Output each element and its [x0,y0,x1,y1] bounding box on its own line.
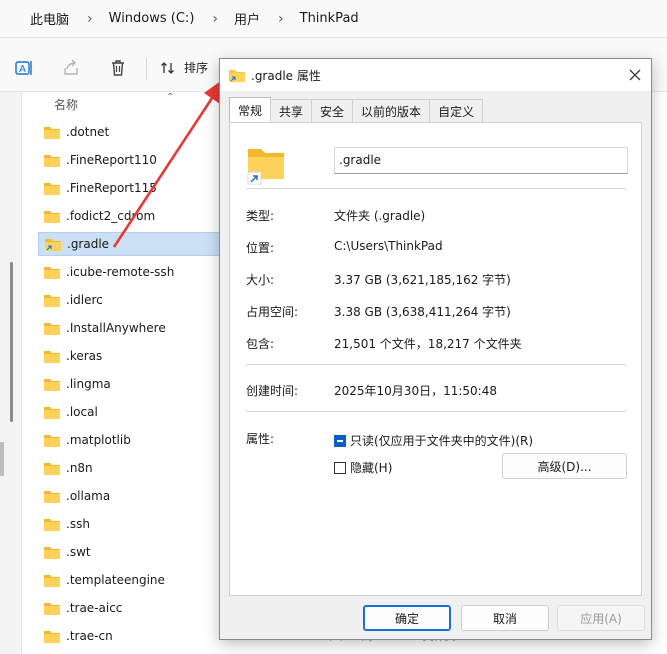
file-name: .templateengine [66,573,165,587]
separator [246,411,626,412]
file-name: .icube-remote-ssh [66,265,175,279]
folder-large-icon [247,149,284,185]
size-label: 大小: [246,273,275,287]
folder-shortcut-icon [45,238,61,251]
file-name: .trae-aicc [66,601,123,615]
location-label: 位置: [246,241,275,255]
breadcrumb-this-pc[interactable]: 此电脑 [30,9,69,28]
folder-icon [44,518,60,531]
nav-scroll-thumb[interactable] [0,442,4,476]
file-name: .keras [66,349,103,363]
file-name: .n8n [66,461,93,475]
type-value: 文件夹 (.gradle) [334,209,426,223]
breadcrumb-thinkpad[interactable]: ThinkPad [300,11,359,26]
address-bar[interactable]: 此电脑 › Windows (C:) › 用户 › ThinkPad [0,0,667,38]
tab-customize[interactable]: 自定义 [429,99,484,122]
chevron-up-icon: ⌃ [166,92,175,103]
created-value: 2025年10月30日，11:50:48 [334,384,497,398]
folder-icon [44,574,60,587]
chevron-right-icon: › [278,10,284,27]
file-name: .trae-cn [66,629,113,643]
advanced-button[interactable]: 高级(D)... [502,453,627,479]
toolbar-divider [146,58,147,80]
tab-general[interactable]: 常规 [229,97,272,123]
navigation-pane[interactable] [0,92,22,654]
file-name: .InstallAnywhere [66,321,166,335]
attributes-label: 属性: [246,432,275,446]
file-name: .dotnet [66,125,110,139]
cancel-button[interactable]: 取消 [461,605,549,631]
tab-security[interactable]: 安全 [311,99,354,122]
folder-icon [44,546,60,559]
folder-shortcut-icon [229,69,245,82]
file-name: .fodict2_cdrom [66,209,156,223]
general-tab-panel: .gradle 类型: 文件夹 (.gradle) 位置: C:\Users\T… [229,122,642,596]
readonly-label: 只读(仅应用于文件夹中的文件)(R) [350,434,534,448]
readonly-checkbox[interactable]: 只读(仅应用于文件夹中的文件)(R) [334,432,533,449]
disk-size-value: 3.38 GB (3,638,411,264 字节) [334,305,511,319]
folder-name-input[interactable]: .gradle [334,147,628,174]
contains-value: 21,501 个文件，18,217 个文件夹 [334,337,522,351]
folder-icon [44,266,60,279]
chevron-right-icon: › [87,10,93,27]
folder-icon [44,322,60,335]
breadcrumb-drive-c[interactable]: Windows (C:) [109,11,195,26]
folder-icon [44,462,60,475]
folder-icon [44,126,60,139]
column-header-name[interactable]: 名称 [54,96,78,113]
folder-icon [44,434,60,447]
folder-icon [44,490,60,503]
file-name: .ssh [66,517,90,531]
folder-icon [44,406,60,419]
folder-icon [44,294,60,307]
folder-icon [44,378,60,391]
apply-button[interactable]: 应用(A) [557,605,645,631]
readonly-checkbox-box[interactable] [334,434,346,447]
delete-icon[interactable] [108,58,128,78]
folder-icon [44,182,60,195]
file-name: .local [66,405,98,419]
file-name: .gradle [67,237,110,251]
separator [246,364,626,365]
dialog-title: .gradle 属性 [251,68,321,83]
close-icon[interactable] [627,67,643,83]
hidden-checkbox[interactable]: 隐藏(H) [334,459,392,476]
sort-icon [161,61,174,74]
dialog-title-bar[interactable]: .gradle 属性 [220,59,651,91]
folder-icon [44,210,60,223]
nav-scrollbar[interactable] [10,262,13,422]
file-name: .idlerc [66,293,103,307]
ok-button[interactable]: 确定 [363,605,451,631]
file-name: .swt [66,545,91,559]
contains-label: 包含: [246,337,275,351]
folder-icon [44,350,60,363]
hidden-checkbox-box[interactable] [334,461,346,474]
rename-icon[interactable]: A [14,58,34,78]
sort-label: 排序 [184,61,209,75]
file-name: .matplotlib [66,433,131,447]
hidden-label: 隐藏(H) [350,461,393,475]
breadcrumb-users[interactable]: 用户 [234,9,260,28]
folder-icon [44,630,60,643]
location-value: C:\Users\ThinkPad [334,239,443,253]
file-name: .lingma [66,377,111,391]
file-name: .FineReport110 [66,153,157,167]
file-name: .ollama [66,489,111,503]
file-name: .FineReport115 [66,181,157,195]
type-label: 类型: [246,209,275,223]
svg-text:A: A [19,64,26,75]
folder-icon [44,154,60,167]
folder-icon [44,602,60,615]
size-value: 3.37 GB (3,621,185,162 字节) [334,273,511,287]
sort-button[interactable]: 排序 [160,59,208,76]
dialog-tabs: 常规 共享 安全 以前的版本 自定义 [229,97,484,123]
tab-sharing[interactable]: 共享 [270,99,313,122]
disk-size-label: 占用空间: [246,305,299,319]
share-icon[interactable] [61,58,81,78]
properties-dialog[interactable]: .gradle 属性 常规 共享 安全 以前的版本 自定义 .gradle 类型… [219,58,652,640]
tab-previous-versions[interactable]: 以前的版本 [352,99,431,122]
chevron-right-icon: › [212,10,218,27]
created-label: 创建时间: [246,384,299,398]
separator [246,188,626,189]
